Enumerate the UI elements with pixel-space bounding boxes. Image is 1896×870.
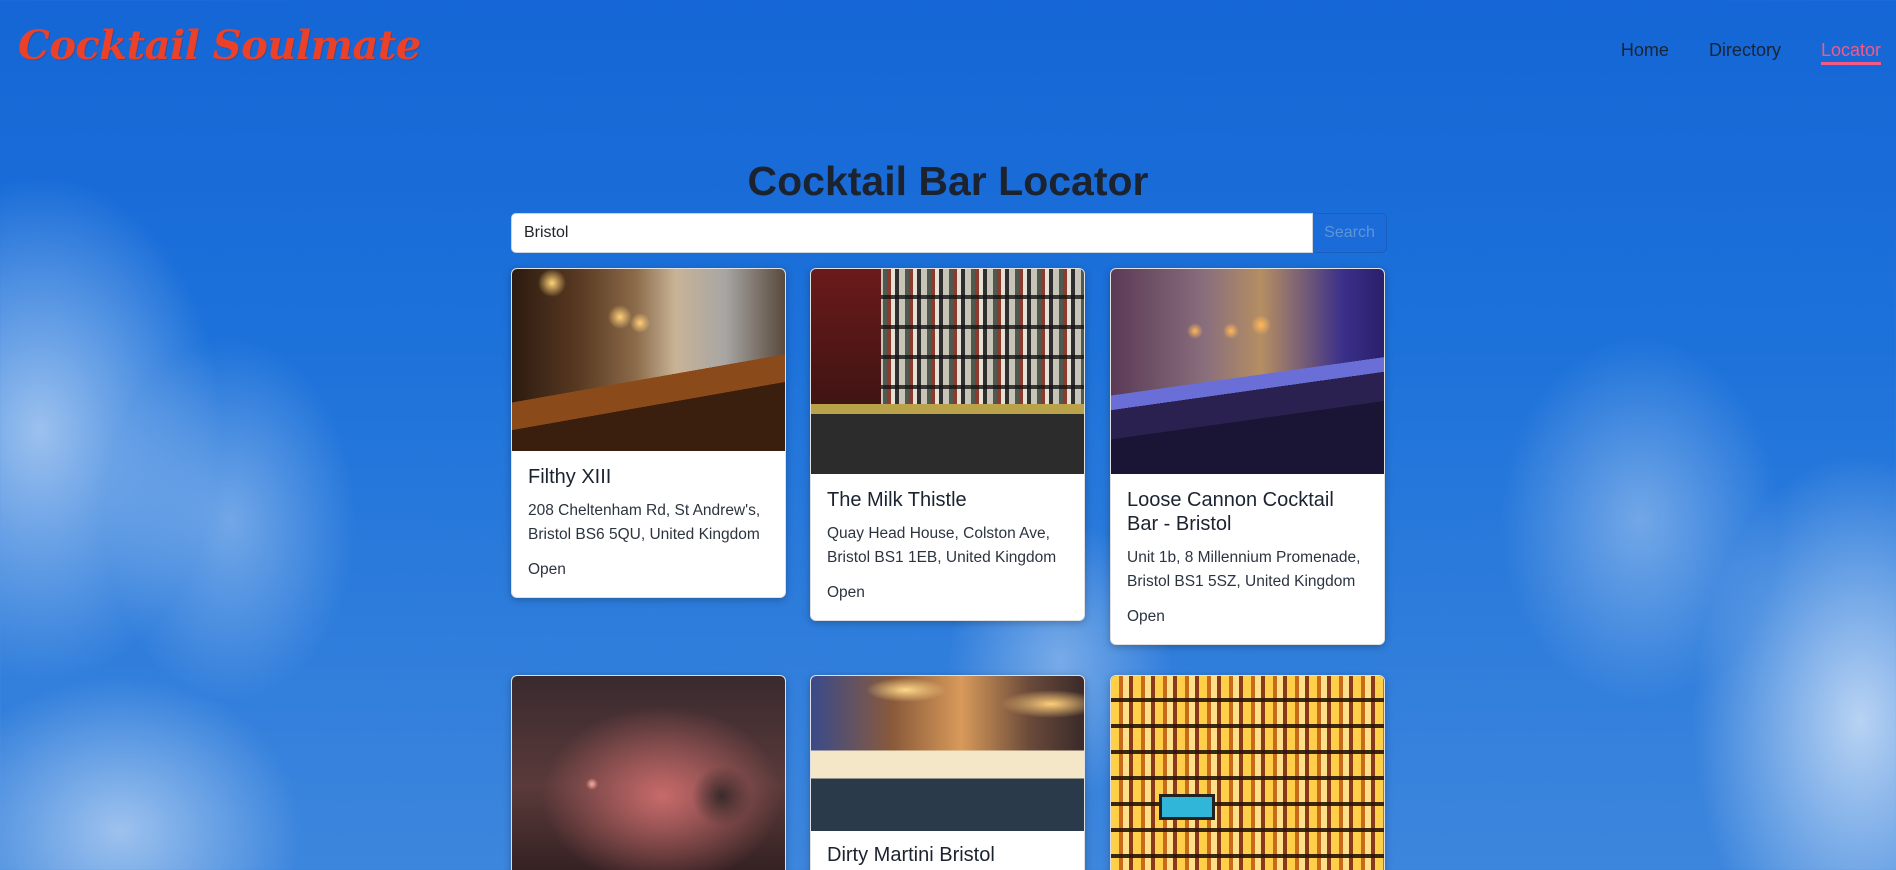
nav-home-link[interactable]: Home	[1621, 40, 1669, 65]
bar-card[interactable]: Filthy XIII 208 Cheltenham Rd, St Andrew…	[511, 268, 786, 598]
bar-photo	[1111, 269, 1384, 474]
card-body: Loose Cannon Cocktail Bar - Bristol Unit…	[1111, 474, 1384, 644]
search-input[interactable]	[511, 213, 1313, 253]
search-bar: Search	[511, 213, 1387, 253]
bar-card[interactable]: Dirty Martini Bristol	[810, 675, 1085, 870]
bar-photo	[1111, 676, 1384, 870]
main-nav: Home Directory Locator	[1621, 40, 1881, 65]
bar-address: Unit 1b, 8 Millennium Promenade, Bristol…	[1127, 549, 1361, 590]
bar-address: Quay Head House, Colston Ave, Bristol BS…	[827, 525, 1057, 566]
card-body: Dirty Martini Bristol	[811, 831, 1084, 870]
bar-status: Open	[1127, 608, 1165, 625]
search-button[interactable]: Search	[1313, 213, 1387, 253]
bar-name: Filthy XIII	[528, 466, 612, 488]
bar-address: 208 Cheltenham Rd, St Andrew's, Bristol …	[528, 502, 761, 543]
bar-photo	[811, 676, 1084, 831]
card-body: The Milk Thistle Quay Head House, Colsto…	[811, 474, 1084, 620]
bar-card[interactable]	[511, 675, 786, 870]
nav-locator-link[interactable]: Locator	[1820, 40, 1881, 65]
bar-status: Open	[528, 561, 566, 578]
card-body: Filthy XIII 208 Cheltenham Rd, St Andrew…	[512, 451, 785, 597]
bar-card[interactable]	[1110, 675, 1385, 870]
bar-photo	[512, 676, 785, 870]
bar-name: The Milk Thistle	[827, 489, 967, 511]
nav-directory-link[interactable]: Directory	[1709, 40, 1781, 65]
bar-name: Dirty Martini Bristol	[827, 844, 995, 866]
bar-card[interactable]: The Milk Thistle Quay Head House, Colsto…	[810, 268, 1085, 621]
bar-name: Loose Cannon Cocktail Bar - Bristol	[1127, 489, 1334, 535]
bar-status: Open	[827, 584, 865, 601]
page-title: Cocktail Bar Locator	[747, 158, 1149, 204]
bar-photo	[512, 269, 785, 451]
site-header: Cocktail Soulmate Home Directory Locator	[0, 0, 1896, 100]
bar-photo	[811, 269, 1084, 474]
site-logo[interactable]: Cocktail Soulmate	[18, 22, 421, 69]
bar-card[interactable]: Loose Cannon Cocktail Bar - Bristol Unit…	[1110, 268, 1385, 645]
